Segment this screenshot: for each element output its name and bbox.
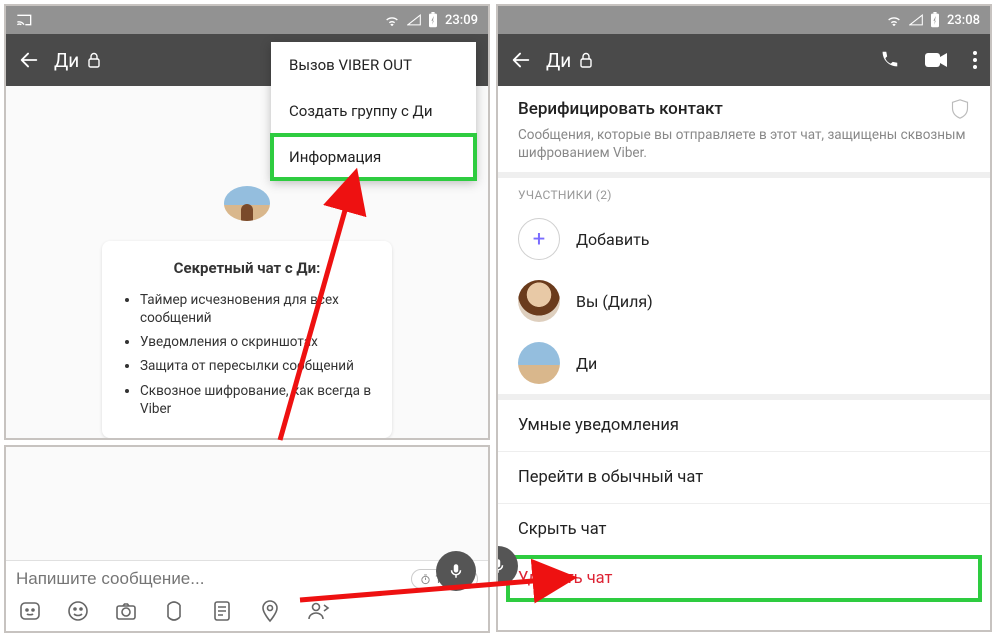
context-menu: Вызов VIBER OUT Создать группу с Ди Инфо… xyxy=(271,42,476,180)
info-bullet: Сквозное шифрование, как всегда в Viber xyxy=(140,382,372,418)
info-bullet: Уведомления о скриншотах xyxy=(140,333,372,351)
message-composer: 1 мин. xyxy=(6,560,488,631)
status-bar: 23:08 xyxy=(498,6,990,34)
gif-icon[interactable] xyxy=(162,599,186,623)
clock-text: 23:08 xyxy=(947,13,980,28)
camera-icon[interactable] xyxy=(114,599,138,623)
wifi-icon xyxy=(384,14,400,26)
verify-contact-row[interactable]: Верифицировать контакт Сообщения, которы… xyxy=(498,86,990,178)
add-participant-row[interactable]: + Добавить xyxy=(498,208,990,270)
voice-record-button[interactable] xyxy=(436,551,476,591)
add-participant-label: Добавить xyxy=(576,230,649,249)
cast-icon xyxy=(16,13,32,27)
chat-title: Ди xyxy=(546,49,571,72)
info-bullet: Таймер исчезновения для всех сообщений xyxy=(140,291,372,327)
composer-panel: 1 мин. xyxy=(4,445,490,633)
more-icon[interactable] xyxy=(972,50,978,70)
voice-call-icon[interactable] xyxy=(878,49,900,71)
verify-desc: Сообщения, которые вы отправляете в этот… xyxy=(518,126,970,162)
location-icon[interactable] xyxy=(258,599,282,623)
chat-title: Ди xyxy=(54,49,79,72)
message-input[interactable] xyxy=(16,569,401,589)
hide-chat-row[interactable]: Скрыть чат xyxy=(498,503,990,555)
emoji-icon[interactable] xyxy=(66,599,90,623)
avatar xyxy=(518,280,560,322)
participant-row[interactable]: Ди xyxy=(498,332,990,394)
chat-info-sheet: Верифицировать контакт Сообщения, которы… xyxy=(498,86,990,630)
menu-viber-out[interactable]: Вызов VIBER OUT xyxy=(271,42,476,88)
participant-row[interactable]: Вы (Диля) xyxy=(498,270,990,332)
participants-label: УЧАСТНИКИ (2) xyxy=(498,178,990,208)
contact-avatar xyxy=(224,186,270,221)
smart-notifications-row[interactable]: Умные уведомления xyxy=(498,394,990,451)
battery-icon xyxy=(930,12,940,28)
back-icon[interactable] xyxy=(510,49,532,71)
menu-create-group[interactable]: Создать группу с Ди xyxy=(271,88,476,134)
battery-icon xyxy=(428,12,438,28)
status-bar: 23:09 xyxy=(6,6,488,34)
menu-information[interactable]: Информация xyxy=(271,134,476,180)
lock-icon xyxy=(87,52,101,68)
share-contact-icon[interactable] xyxy=(306,599,330,623)
signal-icon xyxy=(407,14,421,26)
wifi-icon xyxy=(886,14,902,26)
info-bullet: Защита от пересылки сообщений xyxy=(140,357,372,375)
note-icon[interactable] xyxy=(210,599,234,623)
participant-name: Вы (Диля) xyxy=(576,292,653,311)
video-call-icon[interactable] xyxy=(924,51,948,69)
phone-left: 23:09 Ди Вызов VIBER OUT Создать группу … xyxy=(4,4,490,440)
lock-icon xyxy=(579,52,593,68)
clock-text: 23:09 xyxy=(445,13,478,28)
avatar xyxy=(518,342,560,384)
phone-right: 23:08 Ди Верифицировать контакт xyxy=(496,4,992,632)
sticker-icon[interactable] xyxy=(18,599,42,623)
secret-chat-info-card: Секретный чат с Ди: Таймер исчезновения … xyxy=(102,241,392,438)
delete-chat-row[interactable]: Удалить чат xyxy=(506,555,982,602)
shield-icon xyxy=(950,98,970,120)
info-card-title: Секретный чат с Ди: xyxy=(122,259,372,277)
participant-name: Ди xyxy=(576,354,597,373)
signal-icon xyxy=(909,14,923,26)
chat-header: Ди xyxy=(498,34,990,86)
verify-title: Верифицировать контакт xyxy=(518,99,723,119)
plus-icon: + xyxy=(518,218,560,260)
switch-regular-chat-row[interactable]: Перейти в обычный чат xyxy=(498,451,990,503)
back-icon[interactable] xyxy=(18,49,40,71)
